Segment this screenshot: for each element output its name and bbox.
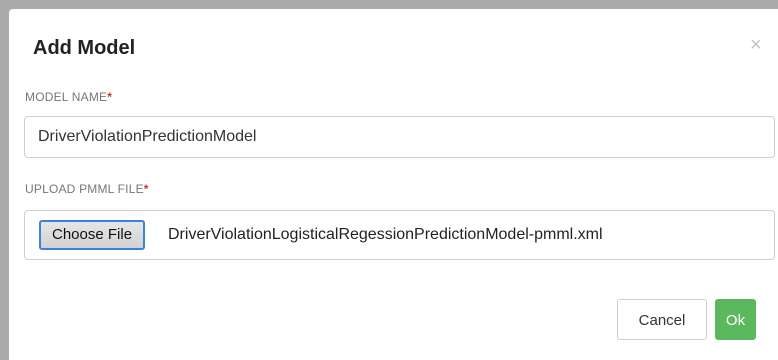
add-model-dialog: Add Model × MODEL NAME* UPLOAD PMML FILE…	[9, 9, 778, 360]
choose-file-button[interactable]: Choose File	[39, 220, 146, 250]
required-marker: *	[107, 90, 113, 104]
model-name-label: MODEL NAME*	[25, 90, 112, 104]
model-name-label-text: MODEL NAME	[25, 90, 108, 104]
cancel-button[interactable]: Cancel	[617, 299, 707, 340]
dialog-title: Add Model	[33, 37, 136, 59]
selected-file-name: DriverViolationLogisticalRegessionPredic…	[168, 226, 603, 243]
upload-pmml-label: UPLOAD PMML FILE*	[25, 182, 149, 196]
close-icon[interactable]: ×	[750, 35, 762, 55]
file-upload-field[interactable]: Choose File DriverViolationLogisticalReg…	[24, 210, 775, 260]
upload-pmml-label-text: UPLOAD PMML FILE	[25, 182, 144, 196]
required-marker: *	[143, 182, 149, 196]
ok-button[interactable]: Ok	[715, 299, 756, 340]
model-name-input[interactable]	[24, 116, 775, 158]
